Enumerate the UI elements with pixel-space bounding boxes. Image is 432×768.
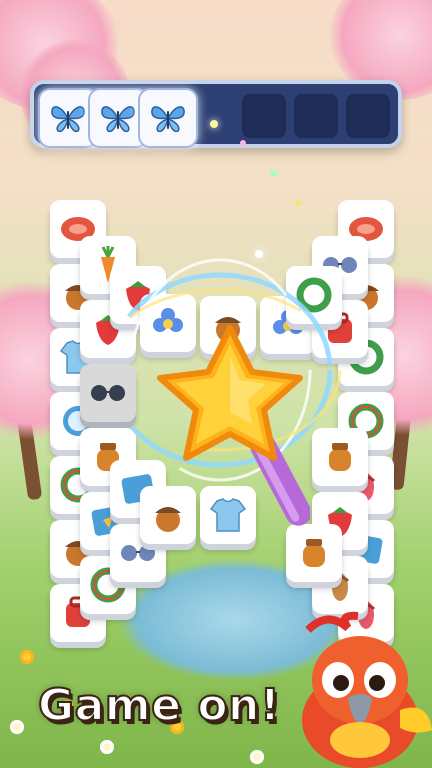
sparkle: [295, 200, 301, 206]
sunglasses-icon: [121, 545, 155, 561]
butterfly-icon: [151, 106, 185, 133]
flower: [20, 650, 34, 664]
flower: [100, 740, 114, 754]
parrot-mascot-icon: [302, 611, 432, 768]
butterfly-icon: [51, 106, 85, 133]
slot-tile-butterfly: [138, 88, 198, 148]
flower: [250, 750, 264, 764]
empty-slot: [294, 94, 338, 138]
empty-slot: [346, 94, 390, 138]
game-on-banner: Game on!: [37, 679, 281, 732]
empty-slot: [242, 94, 286, 138]
sparkle: [240, 140, 246, 146]
honey-jar-icon: [303, 539, 325, 567]
magic-wand-icon[interactable]: [150, 320, 310, 540]
sparkle: [270, 170, 277, 177]
flower: [10, 720, 24, 734]
tile-slot-bar: [30, 80, 402, 148]
sparkle: [210, 120, 218, 128]
butterfly-icon: [101, 106, 135, 133]
